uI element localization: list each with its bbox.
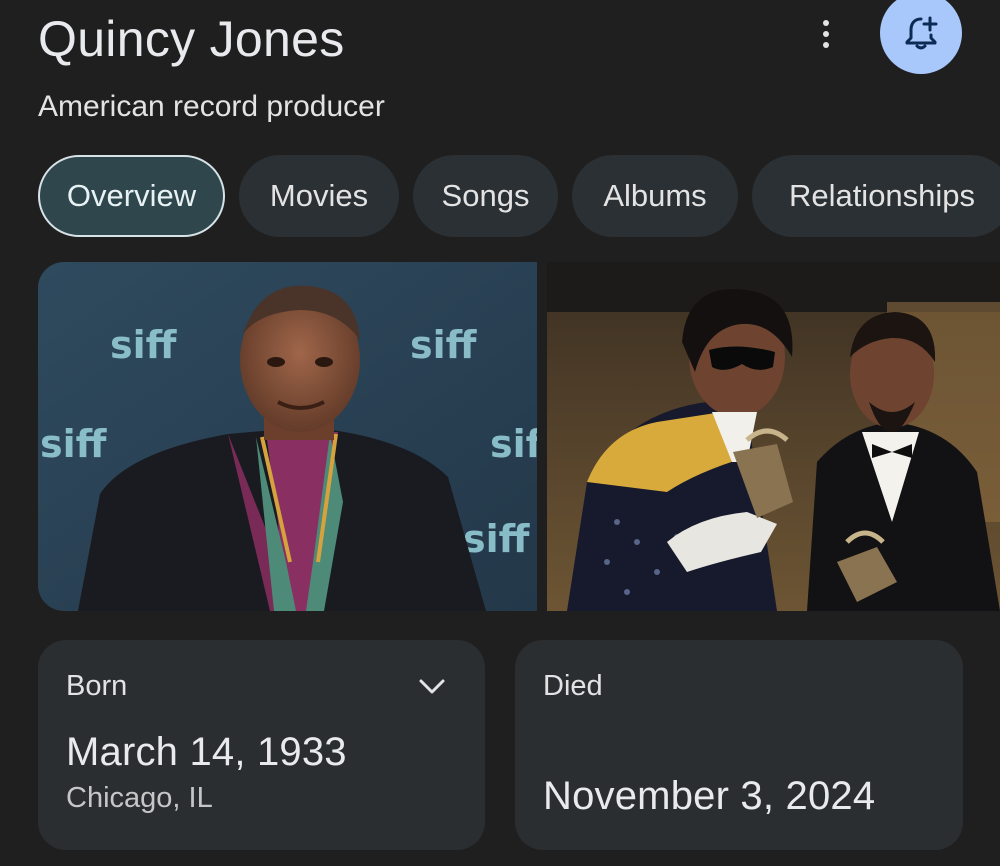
more-options-button[interactable] (806, 12, 846, 56)
backdrop-logo: siff (410, 323, 478, 367)
more-vert-icon (823, 20, 829, 26)
backdrop-logo: siff (40, 422, 108, 466)
photo-grammys-image (547, 262, 1000, 611)
died-date: November 3, 2024 (543, 774, 876, 818)
born-place: Chicago, IL (66, 782, 213, 814)
backdrop-logo: siff (110, 323, 178, 367)
more-vert-icon-dot (823, 42, 829, 48)
tab-songs-label: Songs (441, 178, 530, 213)
photo-red-carpet-image: siff siff siff siff siff (38, 262, 537, 611)
follow-button[interactable] (880, 0, 962, 74)
tab-relationships[interactable]: Relationships (752, 155, 1000, 237)
tab-albums[interactable]: Albums (572, 155, 738, 237)
gallery-photo-grammys[interactable] (547, 262, 1000, 611)
tab-albums-label: Albums (603, 178, 707, 213)
tab-movies-label: Movies (269, 178, 369, 213)
tab-movies[interactable]: Movies (239, 155, 399, 237)
tab-overview[interactable]: Overview (38, 155, 225, 237)
tab-songs[interactable]: Songs (413, 155, 558, 237)
knowledge-panel: Quincy Jones American record producer Ov… (0, 0, 1000, 866)
chevron-down-icon[interactable] (417, 676, 447, 698)
born-date: March 14, 1933 (66, 730, 347, 774)
backdrop-logo: siff (463, 517, 531, 561)
image-gallery[interactable]: siff siff siff siff siff (38, 262, 1000, 611)
bell-plus-icon (905, 16, 938, 50)
died-label: Died (543, 670, 603, 702)
tab-relationships-label: Relationships (788, 178, 976, 213)
tab-bar: Overview Movies Songs Albums Relationshi… (38, 155, 1000, 237)
more-vert-icon-dot (823, 31, 829, 37)
backdrop-logo: siff (490, 422, 537, 466)
born-card[interactable]: Born March 14, 1933 Chicago, IL (38, 640, 485, 850)
page-subtitle: American record producer (38, 90, 385, 123)
tab-overview-label: Overview (66, 178, 197, 213)
gallery-photo-red-carpet[interactable]: siff siff siff siff siff (38, 262, 537, 611)
page-title: Quincy Jones (38, 11, 345, 67)
died-card: Died November 3, 2024 (515, 640, 963, 850)
born-label: Born (66, 670, 128, 702)
